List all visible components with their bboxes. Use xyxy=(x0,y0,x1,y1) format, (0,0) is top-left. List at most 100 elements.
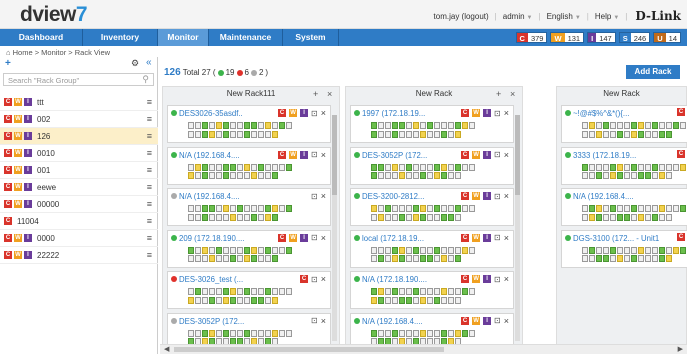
info-alarm-icon[interactable]: I xyxy=(483,192,492,200)
device-name-link[interactable]: DES-3052P (172... xyxy=(179,317,244,326)
rack-group-item[interactable]: C W I 0000 ≡ xyxy=(0,230,158,247)
add-rack-button[interactable]: Add Rack xyxy=(626,65,680,79)
close-icon[interactable]: × xyxy=(321,191,326,201)
scrollbar-thumb[interactable] xyxy=(174,347,444,352)
search-icon[interactable]: ⚲ xyxy=(142,74,149,85)
user-logout-link[interactable]: tom.jay (logout) xyxy=(434,12,489,21)
rack-group-item[interactable]: C W I 126 ≡ xyxy=(0,128,158,145)
warning-alarm-icon[interactable]: W xyxy=(289,109,298,117)
nav-inventory[interactable]: Inventory xyxy=(83,29,157,46)
critical-alarm-icon[interactable]: C xyxy=(278,109,287,117)
critical-alarm-icon[interactable]: C xyxy=(461,109,470,117)
close-icon[interactable]: × xyxy=(321,108,326,118)
hamburger-menu-icon[interactable]: ≡ xyxy=(147,216,152,226)
device-name-link[interactable]: ~!@#$%^&*(){... xyxy=(573,109,629,118)
device-name-link[interactable]: DES-3200-2812... xyxy=(362,192,424,201)
rack-group-item[interactable]: C W Ittt ≡ xyxy=(0,94,158,111)
close-icon[interactable]: × xyxy=(321,274,326,284)
critical-alarm-icon[interactable]: C xyxy=(461,192,470,200)
snapshot-icon[interactable]: ⊡ xyxy=(494,233,501,242)
critical-alarm-icon[interactable]: C xyxy=(461,275,470,283)
hamburger-menu-icon[interactable]: ≡ xyxy=(147,97,152,107)
admin-menu[interactable]: admin ▼ xyxy=(503,12,533,21)
device-card[interactable]: DES-3026_test (... C ⊡ × xyxy=(167,271,331,309)
close-icon[interactable]: × xyxy=(510,89,515,99)
device-card[interactable]: N/A (192.168.4.... C W I ⊡ × xyxy=(167,146,331,185)
hamburger-menu-icon[interactable]: ≡ xyxy=(147,148,152,158)
scroll-left-icon[interactable]: ◀ xyxy=(164,345,169,353)
device-name-link[interactable]: 1997 (172.18.19... xyxy=(362,109,425,118)
device-name-link[interactable]: DES3026-35asdf.. xyxy=(179,109,243,118)
device-name-link[interactable]: local (172.18.19... xyxy=(362,234,424,243)
info-alarm-icon[interactable]: I xyxy=(300,150,309,159)
close-icon[interactable]: × xyxy=(321,150,326,160)
hamburger-menu-icon[interactable]: ≡ xyxy=(147,233,152,243)
hamburger-menu-icon[interactable]: ≡ xyxy=(147,114,152,124)
rack-group-item[interactable]: C W I 001 ≡ xyxy=(0,162,158,179)
warning-alarm-icon[interactable]: W xyxy=(472,233,481,242)
scrollbar-thumb[interactable] xyxy=(515,115,520,195)
info-alarm-icon[interactable]: I xyxy=(483,109,492,117)
warning-alarm-icon[interactable]: W xyxy=(472,109,481,117)
critical-alarm-icon[interactable]: C xyxy=(677,108,685,116)
nav-system[interactable]: System xyxy=(283,29,338,46)
add-device-icon[interactable]: + xyxy=(313,89,318,99)
close-icon[interactable]: × xyxy=(327,89,332,99)
close-icon[interactable]: × xyxy=(321,316,326,326)
snapshot-icon[interactable]: ⊡ xyxy=(494,275,501,284)
info-alarm-icon[interactable]: I xyxy=(300,233,309,242)
critical-alarm-icon[interactable]: C xyxy=(300,275,309,283)
scroll-right-icon[interactable]: ▶ xyxy=(678,345,683,353)
device-card[interactable]: 209 (172.18.190.... C W I ⊡ × xyxy=(167,229,331,268)
snapshot-icon[interactable]: ⊡ xyxy=(494,109,501,118)
close-icon[interactable]: × xyxy=(504,150,509,160)
hamburger-menu-icon[interactable]: ≡ xyxy=(147,199,152,209)
rack-scrollbar[interactable] xyxy=(515,115,520,341)
help-menu[interactable]: Help ▼ xyxy=(595,12,619,21)
alarm-badge-u[interactable]: U 14 xyxy=(653,32,681,43)
device-card[interactable]: N/A (192.168.4.... xyxy=(561,188,687,226)
device-name-link[interactable]: N/A (192.168.4.... xyxy=(179,192,240,201)
critical-alarm-icon[interactable]: C xyxy=(461,233,470,242)
snapshot-icon[interactable]: ⊡ xyxy=(494,316,501,325)
info-alarm-icon[interactable]: I xyxy=(483,316,492,325)
device-name-link[interactable]: DES-3026_test (... xyxy=(179,275,243,284)
device-name-link[interactable]: 209 (172.18.190.... xyxy=(179,234,244,243)
nav-maintenance[interactable]: Maintenance xyxy=(209,29,282,46)
add-device-icon[interactable]: + xyxy=(496,89,501,99)
info-alarm-icon[interactable]: I xyxy=(483,233,492,242)
snapshot-icon[interactable]: ⊡ xyxy=(311,275,318,284)
rack-group-item[interactable]: C W Ieewe ≡ xyxy=(0,179,158,196)
collapse-icon[interactable]: « xyxy=(146,57,152,68)
nav-monitor[interactable]: Monitor xyxy=(158,29,208,46)
horizontal-scrollbar[interactable]: ◀ ▶ xyxy=(160,344,687,354)
nav-dashboard[interactable]: Dashboard xyxy=(0,29,82,46)
gear-icon[interactable]: ⚙ xyxy=(131,58,139,69)
hamburger-menu-icon[interactable]: ≡ xyxy=(147,131,152,141)
rack-scrollbar[interactable] xyxy=(332,115,337,341)
device-name-link[interactable]: DES-3052P (172... xyxy=(362,151,427,160)
snapshot-icon[interactable]: ⊡ xyxy=(311,150,318,159)
snapshot-icon[interactable]: ⊡ xyxy=(494,192,501,201)
device-name-link[interactable]: N/A (192.168.4.... xyxy=(179,151,240,160)
snapshot-icon[interactable]: ⊡ xyxy=(311,192,318,201)
device-card[interactable]: local (172.18.19... C W I ⊡ × xyxy=(350,229,514,268)
snapshot-icon[interactable]: ⊡ xyxy=(311,233,318,242)
warning-alarm-icon[interactable]: W xyxy=(472,150,481,159)
device-card[interactable]: DGS-3100 (172... - Unit1 C xyxy=(561,229,687,268)
critical-alarm-icon[interactable]: C xyxy=(461,150,470,159)
device-name-link[interactable]: N/A (192.168.4.... xyxy=(573,192,634,201)
device-name-link[interactable]: N/A (192.168.4.... xyxy=(362,317,423,326)
alarm-badge-i[interactable]: I 147 xyxy=(587,32,616,43)
device-card[interactable]: ~!@#$%^&*(){... C xyxy=(561,105,687,143)
critical-alarm-icon[interactable]: C xyxy=(278,233,287,242)
warning-alarm-icon[interactable]: W xyxy=(472,275,481,283)
info-alarm-icon[interactable]: I xyxy=(483,150,492,159)
rack-group-item[interactable]: C W I 002 ≡ xyxy=(0,111,158,128)
snapshot-icon[interactable]: ⊡ xyxy=(311,109,318,118)
hamburger-menu-icon[interactable]: ≡ xyxy=(147,165,152,175)
warning-alarm-icon[interactable]: W xyxy=(472,192,481,200)
alarm-badge-c[interactable]: C 379 xyxy=(515,32,548,43)
device-card[interactable]: DES-3052P (172... C W I ⊡ × xyxy=(350,146,514,185)
critical-alarm-icon[interactable]: C xyxy=(677,149,685,158)
